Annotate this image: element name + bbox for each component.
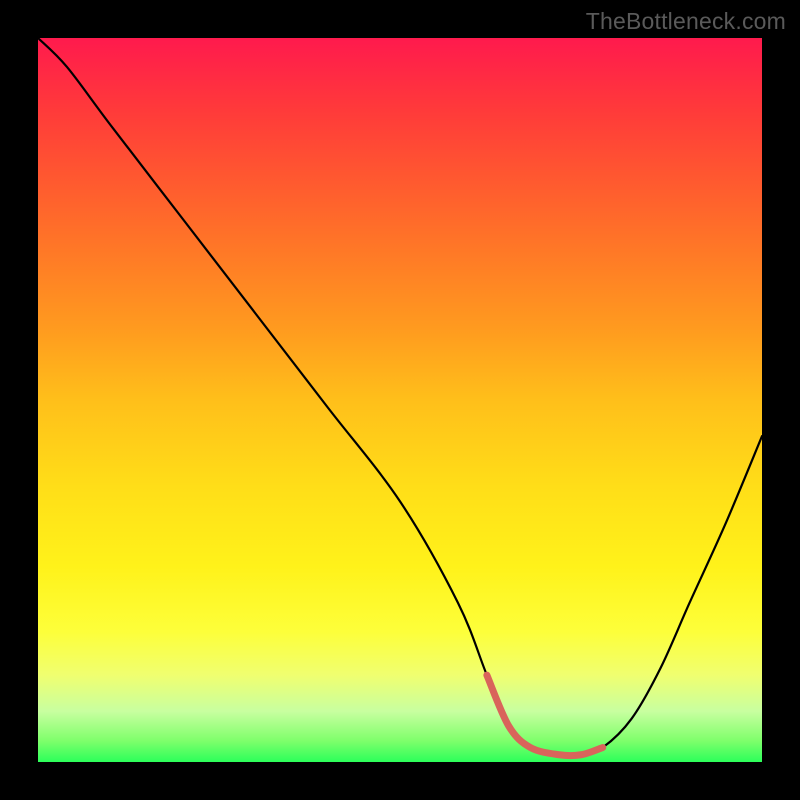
bottleneck-curve [38, 38, 762, 756]
chart-frame: TheBottleneck.com [0, 0, 800, 800]
curve-layer [38, 38, 762, 762]
trough-highlight [487, 675, 603, 756]
plot-area [38, 38, 762, 762]
watermark-text: TheBottleneck.com [586, 8, 786, 35]
